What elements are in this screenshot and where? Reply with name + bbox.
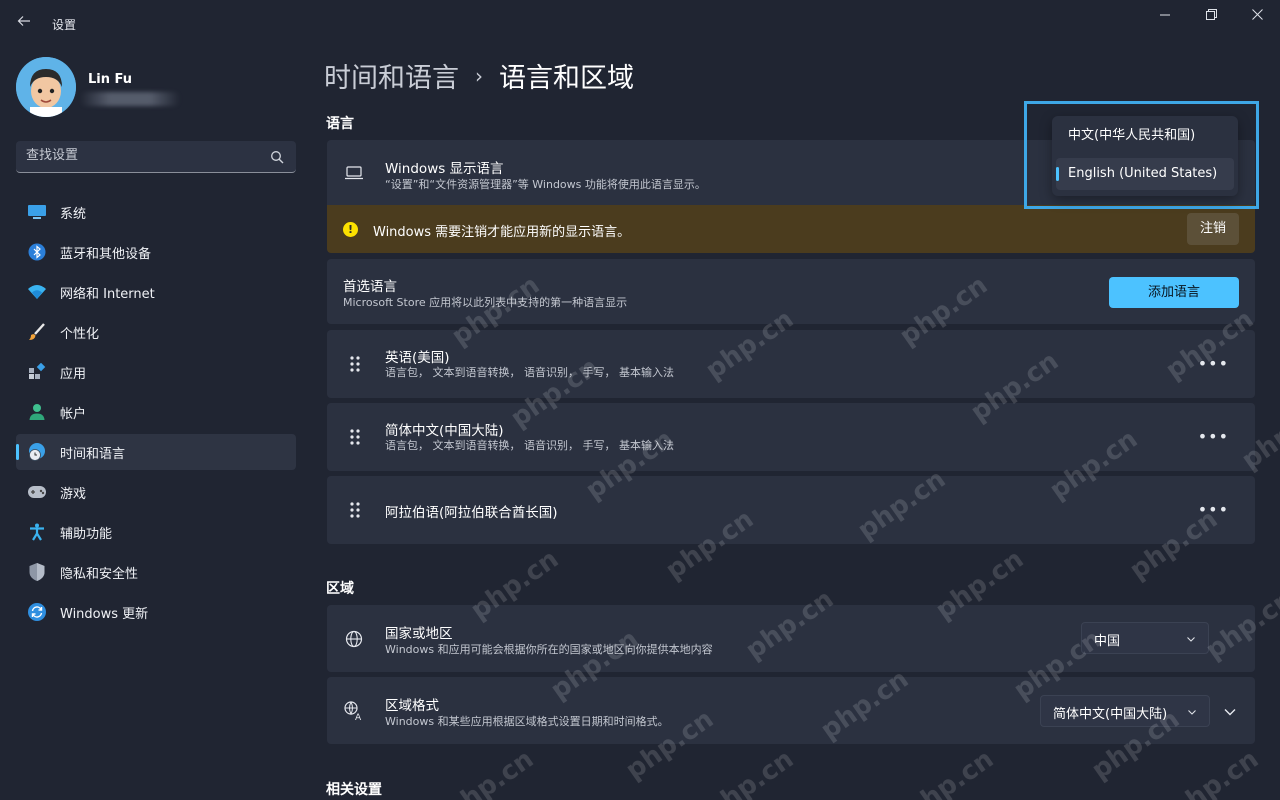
close-icon[interactable] (1234, 6, 1280, 28)
watermark: php.cn (700, 744, 800, 800)
country-region-value: 中国 (1094, 634, 1121, 649)
watermark: php.cn (1165, 744, 1265, 800)
more-options-button[interactable]: ••• (1198, 354, 1229, 373)
preferred-languages-card: 首选语言 Microsoft Store 应用将以此列表中支持的第一种语言显示 … (327, 259, 1255, 324)
language-row[interactable]: 阿拉伯语(阿拉伯联合酋长国) ••• (327, 476, 1255, 544)
section-title-region: 区域 (326, 581, 354, 597)
preferred-languages-desc: Microsoft Store 应用将以此列表中支持的第一种语言显示 (343, 296, 628, 309)
language-name: 简体中文(中国大陆) (385, 423, 504, 439)
sidebar-item-gaming[interactable]: 游戏 (16, 474, 296, 510)
more-options-button[interactable]: ••• (1198, 427, 1229, 446)
expand-chevron-icon[interactable] (1223, 704, 1237, 718)
regional-format-icon: A (343, 700, 365, 722)
warning-icon: ! (343, 222, 358, 237)
svg-text:A: A (355, 713, 362, 721)
language-features: 语言包， 文本到语音转换， 语音识别， 手写， 基本输入法 (385, 366, 674, 379)
regional-format-title: 区域格式 (385, 698, 439, 714)
update-icon (26, 601, 48, 623)
app-title: 设置 (52, 18, 77, 32)
more-options-button[interactable]: ••• (1198, 500, 1229, 519)
regional-format-card[interactable]: A 区域格式 Windows 和某些应用根据区域格式设置日期和时间格式。 简体中… (327, 677, 1255, 744)
globe-icon (343, 628, 365, 650)
sidebar-item-privacy[interactable]: 隐私和安全性 (16, 554, 296, 590)
add-language-button[interactable]: 添加语言 (1109, 277, 1239, 308)
sidebar-item-apps[interactable]: 应用 (16, 354, 296, 390)
page-title: 语言和区域 (499, 63, 634, 94)
laptop-icon (343, 162, 365, 184)
search-box[interactable] (16, 141, 296, 173)
user-name: Lin Fu (88, 72, 133, 87)
monitor-icon (26, 201, 48, 223)
menu-item-english[interactable]: English (United States) (1056, 158, 1234, 190)
display-language-menu: 中文(中华人民共和国) English (United States) (1052, 116, 1238, 196)
section-title-language: 语言 (326, 116, 354, 132)
wifi-icon (26, 281, 48, 303)
drag-handle-icon[interactable] (349, 501, 361, 519)
signout-button[interactable]: 注销 (1187, 213, 1239, 245)
accessibility-icon (26, 521, 48, 543)
language-name: 英语(美国) (385, 350, 450, 366)
watermark: php.cn (900, 744, 1000, 800)
country-region-desc: Windows 和应用可能会根据你所在的国家或地区向你提供本地内容 (385, 643, 713, 656)
breadcrumb: 时间和语言 › 语言和区域 (324, 56, 634, 95)
sidebar-item-windows-update[interactable]: Windows 更新 (16, 594, 296, 630)
apps-icon (26, 361, 48, 383)
language-row[interactable]: 英语(美国) 语言包， 文本到语音转换， 语音识别， 手写， 基本输入法 ••• (327, 330, 1255, 398)
drag-handle-icon[interactable] (349, 355, 361, 373)
globe-clock-icon (26, 441, 48, 463)
chevron-down-icon (1186, 633, 1196, 643)
country-region-card: 国家或地区 Windows 和应用可能会根据你所在的国家或地区向你提供本地内容 … (327, 605, 1255, 672)
country-region-dropdown[interactable]: 中国 (1081, 622, 1209, 654)
language-row[interactable]: 简体中文(中国大陆) 语言包， 文本到语音转换， 语音识别， 手写， 基本输入法… (327, 403, 1255, 471)
search-icon[interactable] (270, 149, 286, 165)
restore-icon[interactable] (1188, 6, 1234, 28)
preferred-languages-title: 首选语言 (343, 279, 397, 295)
brush-icon (26, 321, 48, 343)
section-title-related: 相关设置 (326, 782, 382, 798)
signout-warning-bar: ! Windows 需要注销才能应用新的显示语言。 注销 (327, 205, 1255, 253)
warning-text: Windows 需要注销才能应用新的显示语言。 (373, 225, 631, 240)
drag-handle-icon[interactable] (349, 428, 361, 446)
chevron-down-icon (1187, 706, 1197, 716)
watermark: php.cn (440, 744, 540, 800)
minimize-icon[interactable] (1142, 6, 1188, 28)
regional-format-desc: Windows 和某些应用根据区域格式设置日期和时间格式。 (385, 715, 669, 728)
breadcrumb-parent[interactable]: 时间和语言 (324, 56, 459, 95)
person-icon (26, 401, 48, 423)
bluetooth-icon (26, 241, 48, 263)
sidebar-item-time-language[interactable]: 时间和语言 (16, 434, 296, 470)
breadcrumb-separator: › (475, 63, 483, 88)
country-region-title: 国家或地区 (385, 626, 453, 642)
sidebar-item-personalization[interactable]: 个性化 (16, 314, 296, 350)
menu-item-chinese[interactable]: 中文(中华人民共和国) (1056, 120, 1234, 152)
user-email-redacted (80, 92, 180, 106)
search-input[interactable] (26, 148, 266, 163)
display-language-desc: “设置”和“文件资源管理器”等 Windows 功能将使用此语言显示。 (385, 178, 706, 191)
sidebar-item-system[interactable]: 系统 (16, 194, 296, 230)
regional-format-dropdown[interactable]: 简体中文(中国大陆) (1040, 695, 1210, 727)
shield-icon (26, 561, 48, 583)
sidebar-item-bluetooth[interactable]: 蓝牙和其他设备 (16, 234, 296, 270)
title-bar: 设置 (0, 0, 1280, 48)
back-arrow-icon[interactable] (14, 13, 34, 33)
language-name: 阿拉伯语(阿拉伯联合酋长国) (385, 505, 558, 521)
sidebar-item-network[interactable]: 网络和 Internet (16, 274, 296, 310)
sidebar-item-accounts[interactable]: 帐户 (16, 394, 296, 430)
language-features: 语言包， 文本到语音转换， 语音识别， 手写， 基本输入法 (385, 439, 674, 452)
gamepad-icon (26, 481, 48, 503)
display-language-title: Windows 显示语言 (385, 161, 504, 177)
avatar[interactable] (16, 57, 76, 117)
sidebar-item-accessibility[interactable]: 辅助功能 (16, 514, 296, 550)
regional-format-value: 简体中文(中国大陆) (1053, 707, 1168, 722)
sidebar-nav: 系统 蓝牙和其他设备 网络和 Internet 个性化 应用 帐户 时间和语言 … (16, 194, 296, 634)
